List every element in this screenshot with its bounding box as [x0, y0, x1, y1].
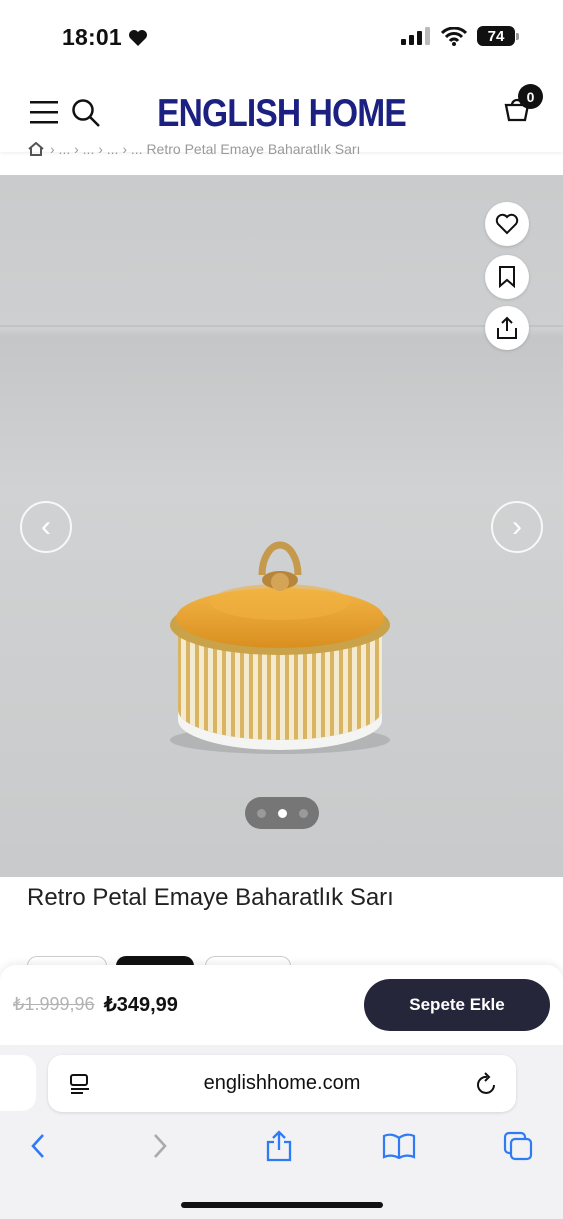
reload-icon[interactable] — [476, 1072, 498, 1096]
home-indicator — [181, 1202, 383, 1208]
share-button[interactable] — [485, 306, 529, 350]
tabs-button[interactable] — [500, 1128, 536, 1164]
save-button[interactable] — [485, 255, 529, 299]
share-icon — [497, 316, 517, 339]
forward-icon — [154, 1134, 167, 1158]
wall-floor-line — [0, 325, 563, 327]
gallery-dot-active[interactable] — [277, 808, 287, 818]
url-text[interactable]: englishhome.com — [48, 1072, 516, 1095]
time-text: 18:01 — [62, 24, 122, 50]
battery-icon: 74 — [477, 26, 519, 46]
status-bar-time: 18:01 — [62, 24, 148, 51]
back-button[interactable] — [20, 1128, 56, 1164]
favorite-button[interactable] — [485, 202, 529, 246]
breadcrumb: › ... › ... › ... › ... Retro Petal Emay… — [28, 141, 360, 157]
cart-count-badge: 0 — [518, 84, 543, 109]
sale-price: ₺349,99 — [104, 994, 178, 1016]
old-price: ₺1.999,96 — [13, 994, 95, 1014]
chevron-right-icon: › — [512, 510, 522, 543]
product-title: Retro Petal Emaye Baharatlık Sarı — [27, 884, 394, 911]
chevron-left-icon: ‹ — [41, 510, 51, 543]
signal-icon — [401, 27, 430, 45]
home-icon[interactable] — [28, 142, 44, 156]
share-icon — [266, 1130, 292, 1162]
gallery-pagination[interactable] — [245, 797, 319, 829]
back-icon — [31, 1134, 44, 1158]
gallery-next-button[interactable]: › — [491, 501, 543, 553]
browser-share-button[interactable] — [261, 1128, 297, 1164]
wifi-icon — [441, 26, 467, 46]
heart-icon — [495, 213, 519, 235]
status-bar-indicators: 74 — [401, 26, 519, 46]
previous-tab-preview[interactable] — [0, 1055, 36, 1111]
battery-level: 74 — [487, 27, 505, 45]
breadcrumb-text[interactable]: › ... › ... › ... › ... Retro Petal Emay… — [50, 141, 360, 157]
tabs-icon — [503, 1131, 533, 1161]
gallery-dot[interactable] — [298, 808, 308, 818]
add-to-cart-button[interactable]: Sepete Ekle — [364, 979, 550, 1031]
bookmark-icon — [499, 266, 515, 288]
product-gallery[interactable]: ‹ › — [0, 175, 563, 877]
brand-logo[interactable]: ENGLISH HOME — [39, 92, 523, 136]
product-image-spice-jar — [170, 541, 390, 754]
gallery-dot[interactable] — [256, 808, 266, 818]
heart-status-icon — [128, 29, 147, 46]
bookmarks-button[interactable] — [381, 1128, 417, 1164]
bookmarks-icon — [382, 1133, 416, 1159]
forward-button[interactable] — [142, 1128, 178, 1164]
gallery-prev-button[interactable]: ‹ — [20, 501, 72, 553]
